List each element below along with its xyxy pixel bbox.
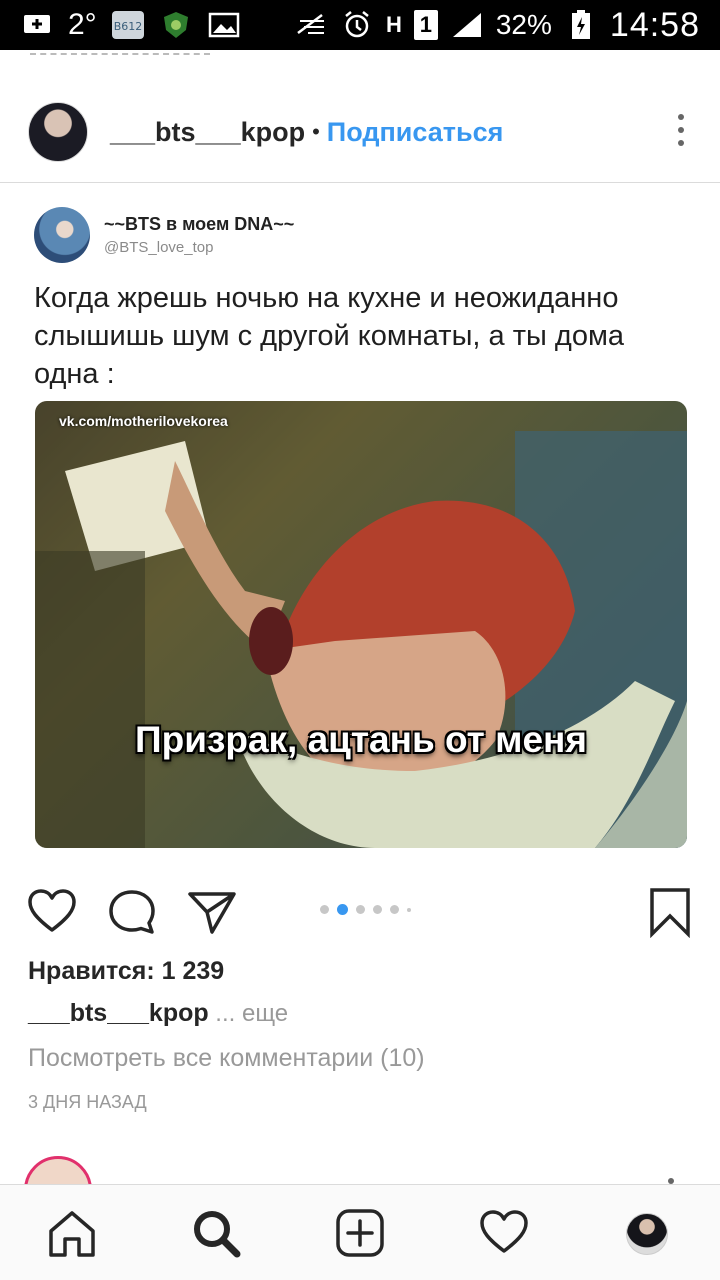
post-media[interactable]: ~~BTS в моем DNA~~ @BTS_love_top Когда ж… bbox=[0, 183, 720, 860]
shield-icon bbox=[159, 11, 193, 39]
carousel-dot bbox=[390, 905, 399, 914]
carousel-dot bbox=[320, 905, 329, 914]
sim-indicator: 1 bbox=[413, 10, 438, 40]
tweet-header: ~~BTS в моем DNA~~ @BTS_love_top bbox=[34, 207, 294, 263]
message-plus-icon bbox=[20, 11, 54, 39]
battery-charging-icon bbox=[564, 10, 598, 39]
battery-percent: 32% bbox=[495, 9, 552, 40]
mute-icon bbox=[294, 11, 328, 39]
next-post-preview bbox=[0, 1150, 720, 1184]
post-actions bbox=[0, 880, 720, 942]
nav-home-button[interactable] bbox=[46, 1207, 98, 1259]
view-all-comments-link[interactable]: Посмотреть все комментарии (10) bbox=[28, 1044, 425, 1073]
author-avatar[interactable] bbox=[28, 102, 88, 162]
signal-icon bbox=[450, 11, 484, 39]
search-icon bbox=[194, 1211, 241, 1258]
bottom-navigation bbox=[0, 1184, 720, 1280]
meme-caption: Призрак, ацтань от меня bbox=[135, 719, 587, 760]
alarm-icon bbox=[340, 11, 374, 39]
heart-icon bbox=[28, 889, 76, 932]
clock-time: 14:58 bbox=[609, 5, 700, 44]
carousel-dot bbox=[356, 905, 365, 914]
carousel-dot bbox=[407, 907, 411, 912]
home-icon bbox=[49, 1211, 95, 1257]
post-timestamp: 3 ДНЯ НАЗАД bbox=[28, 1092, 147, 1112]
carousel-dot bbox=[337, 904, 348, 915]
next-post-avatar[interactable] bbox=[24, 1156, 92, 1184]
previous-post-edge bbox=[0, 50, 720, 58]
svg-text:B612: B612 bbox=[113, 20, 142, 33]
nav-activity-button[interactable] bbox=[478, 1207, 530, 1259]
caption-username[interactable]: ___bts___kpop bbox=[28, 999, 209, 1027]
bookmark-icon bbox=[650, 888, 690, 939]
meme-illustration bbox=[35, 401, 687, 848]
heart-icon bbox=[480, 1210, 528, 1253]
meme-image: vk.com/motherilovekorea Призрак, ацтань … bbox=[35, 401, 687, 848]
follow-button[interactable]: Подписаться bbox=[327, 117, 504, 148]
carousel-dot bbox=[373, 905, 382, 914]
post-header: ___bts___kpop • Подписаться bbox=[0, 88, 720, 176]
plus-square-icon bbox=[336, 1209, 384, 1257]
more-options-icon[interactable] bbox=[678, 114, 684, 146]
likes-count[interactable]: Нравится: 1 239 bbox=[28, 957, 224, 986]
tweet-text: Когда жрешь ночью на кухне и неожиданно … bbox=[34, 282, 625, 390]
app-badge-icon: B612 bbox=[111, 11, 145, 39]
paper-plane-icon bbox=[188, 892, 236, 934]
notification-count: 2° bbox=[68, 8, 97, 41]
tweet-author-handle: @BTS_love_top bbox=[104, 239, 214, 256]
speech-bubble-icon bbox=[109, 890, 155, 934]
comment-button[interactable] bbox=[106, 886, 158, 938]
network-type: H bbox=[385, 12, 402, 37]
post-caption: ___bts___kpop ... еще bbox=[28, 999, 288, 1028]
caption-more-link[interactable]: ... еще bbox=[209, 1000, 288, 1027]
nav-add-button[interactable] bbox=[334, 1207, 386, 1259]
meme-watermark: vk.com/motherilovekorea bbox=[59, 413, 228, 429]
share-button[interactable] bbox=[186, 886, 238, 938]
tweet-avatar bbox=[34, 207, 90, 263]
save-button[interactable] bbox=[644, 886, 696, 939]
author-username[interactable]: ___bts___kpop bbox=[110, 117, 305, 148]
carousel-indicator bbox=[320, 904, 411, 915]
nav-profile-avatar[interactable] bbox=[626, 1213, 668, 1255]
like-button[interactable] bbox=[26, 886, 78, 938]
image-icon bbox=[207, 11, 241, 39]
separator-dot: • bbox=[312, 119, 320, 144]
tweet-author-name: ~~BTS в моем DNA~~ bbox=[104, 214, 295, 234]
nav-search-button[interactable] bbox=[190, 1207, 242, 1259]
status-bar: 2° B612 H 1 32% 14:58 bbox=[0, 0, 720, 50]
